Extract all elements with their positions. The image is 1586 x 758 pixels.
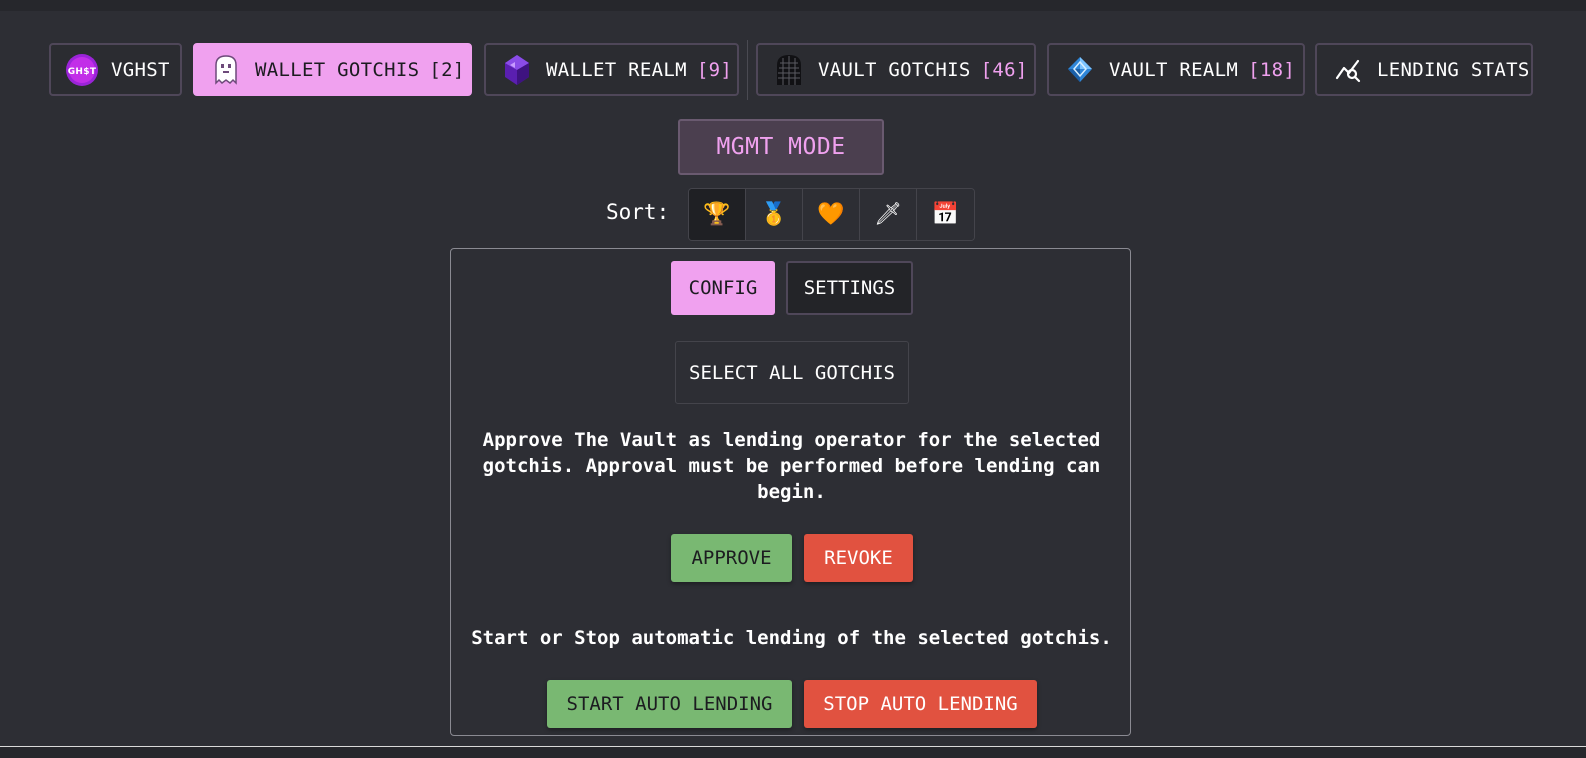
sort-medal-button[interactable]: 🥇: [746, 189, 803, 240]
tab-vault-realm[interactable]: VAULT REALM [18]: [1047, 43, 1305, 96]
tab-label: WALLET GOTCHIS: [255, 58, 420, 81]
medal-icon: 🥇: [760, 202, 788, 227]
tab-vault-gotchis[interactable]: VAULT GOTCHIS [46]: [756, 43, 1036, 96]
tab-count: [2]: [429, 58, 465, 81]
top-bar: [0, 0, 1586, 11]
tab-label: LENDING STATS: [1377, 58, 1530, 81]
orange-heart-icon: 🧡: [817, 202, 845, 227]
gotchi-ghost-icon: [209, 53, 243, 87]
tab-vghst[interactable]: GH$T VGHST: [49, 43, 182, 96]
ghst-coin-icon: GH$T: [65, 53, 99, 87]
tab-wallet-gotchis[interactable]: WALLET GOTCHIS [2]: [193, 43, 472, 96]
tab-count: [18]: [1248, 58, 1296, 81]
start-auto-lending-button[interactable]: START AUTO LENDING: [547, 680, 792, 728]
revoke-button[interactable]: REVOKE: [804, 534, 913, 582]
trophy-icon: 🏆: [703, 202, 731, 227]
sort-heart-button[interactable]: 🧡: [803, 189, 860, 240]
approve-description: Approve The Vault as lending operator fo…: [482, 429, 1101, 503]
nav-divider: [747, 40, 748, 100]
sort-options: 🏆 🥇 🧡 🗡 📅: [688, 188, 975, 241]
tab-lending-stats[interactable]: LENDING STATS: [1315, 43, 1533, 96]
sort-trophy-button[interactable]: 🏆: [689, 189, 746, 240]
purple-crystal-icon: [500, 53, 534, 87]
blue-crystal-icon: [1063, 53, 1097, 87]
auto-lending-description: Start or Stop automatic lending of the s…: [471, 627, 1112, 649]
tab-settings[interactable]: SETTINGS: [786, 261, 913, 315]
tab-label: VAULT GOTCHIS: [818, 58, 971, 81]
calendar-icon: 📅: [931, 202, 960, 227]
tab-label: VGHST: [111, 58, 170, 81]
stop-auto-lending-button[interactable]: STOP AUTO LENDING: [804, 680, 1037, 728]
sort-label: Sort:: [606, 200, 670, 224]
tab-wallet-realm[interactable]: WALLET REALM [9]: [484, 43, 739, 96]
mgmt-mode-button[interactable]: MGMT MODE: [678, 119, 884, 175]
select-all-gotchis-button[interactable]: SELECT ALL GOTCHIS: [675, 341, 909, 404]
tab-count: [9]: [696, 58, 733, 81]
chart-search-icon: [1331, 53, 1365, 87]
tab-label: VAULT REALM: [1109, 58, 1239, 81]
sort-calendar-button[interactable]: 📅: [917, 189, 974, 240]
vault-gotchi-icon: [772, 53, 806, 87]
tab-label: WALLET REALM: [546, 58, 687, 81]
config-panel: CONFIG SETTINGS SELECT ALL GOTCHIS Appro…: [450, 248, 1131, 736]
tab-count: [46]: [980, 58, 1028, 81]
tab-config[interactable]: CONFIG: [671, 261, 775, 315]
bottom-bar: [0, 747, 1586, 758]
sort-dagger-button[interactable]: 🗡: [860, 189, 917, 240]
approve-button[interactable]: APPROVE: [671, 534, 792, 582]
svg-text:GH$T: GH$T: [68, 67, 97, 77]
dagger-icon: 🗡: [874, 202, 902, 227]
